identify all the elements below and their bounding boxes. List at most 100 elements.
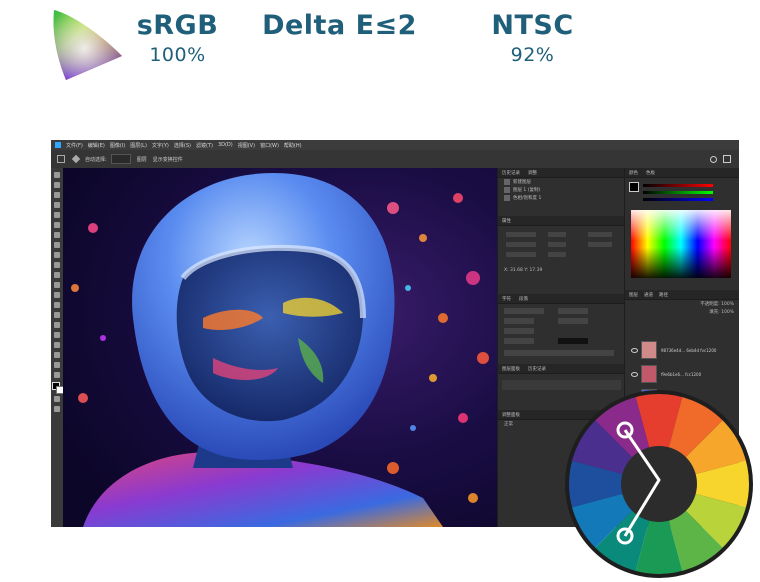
layer-name: 98736e4d... 6eb4d fvc1200 bbox=[661, 347, 717, 353]
menu-bar: 文件(F) 编辑(E) 图像(I) 图层(L) 文字(Y) 选择(S) 滤镜(T… bbox=[51, 140, 739, 150]
layer-thumbnail bbox=[641, 341, 657, 359]
properties-tab[interactable]: 属性 bbox=[498, 216, 625, 226]
move-tool-icon[interactable] bbox=[71, 154, 81, 164]
tab-history-2[interactable]: 历史记录 bbox=[528, 366, 546, 372]
foreground-color-swatch[interactable] bbox=[629, 182, 639, 192]
shape-tool-icon[interactable] bbox=[54, 352, 60, 358]
layer-row[interactable]: 98736e4d... 6eb4d fvc1200 bbox=[631, 340, 735, 360]
history-item[interactable]: 图层 1 (复制) bbox=[498, 186, 625, 194]
layers-tabs: 图层 通道 路径 bbox=[625, 290, 739, 300]
spec-value: 100% bbox=[149, 44, 206, 66]
opacity-field[interactable]: 不透明度: 100% bbox=[625, 300, 739, 308]
menu-select[interactable]: 选择(S) bbox=[174, 142, 191, 149]
layer-row[interactable]: f9e6b1e6... fcc1200 bbox=[631, 364, 735, 384]
quick-select-tool-icon[interactable] bbox=[54, 202, 60, 208]
home-icon[interactable] bbox=[57, 155, 65, 163]
color-wheel-icon bbox=[565, 390, 753, 578]
properties-fields bbox=[498, 226, 625, 266]
options-bar: 自动选择: 图层 显示变换控件 bbox=[51, 150, 739, 169]
tab-paragraph[interactable]: 段落 bbox=[519, 296, 528, 302]
screen-mode-icon[interactable] bbox=[54, 406, 60, 412]
search-icon[interactable] bbox=[710, 155, 717, 163]
tab-history[interactable]: 历史记录 bbox=[502, 170, 520, 176]
marquee-tool-icon[interactable] bbox=[54, 182, 60, 188]
crop-tool-icon[interactable] bbox=[54, 212, 60, 218]
history-item-label: 图层 1 (复制) bbox=[513, 188, 541, 193]
auto-select-label[interactable]: 自动选择: bbox=[85, 156, 107, 163]
tab-layers-panel[interactable]: 图层面板 bbox=[502, 366, 520, 372]
gradient-tool-icon[interactable] bbox=[54, 292, 60, 298]
foreground-background-swatch[interactable] bbox=[52, 382, 64, 394]
tab-swatches[interactable]: 色板 bbox=[646, 170, 655, 176]
spec-title: sRGB bbox=[136, 10, 219, 41]
show-transform-checkbox[interactable]: 显示变换控件 bbox=[153, 156, 183, 163]
menu-layer[interactable]: 图层(L) bbox=[130, 142, 147, 149]
tab-adjustments[interactable]: 调整 bbox=[528, 170, 537, 176]
eyedropper-tool-icon[interactable] bbox=[54, 232, 60, 238]
history-brush-icon[interactable] bbox=[54, 272, 60, 278]
rgb-sliders bbox=[625, 178, 739, 206]
history-item[interactable]: 新建图层 bbox=[498, 178, 625, 186]
spec-value: 92% bbox=[510, 44, 555, 66]
spec-srgb: sRGB 100% bbox=[130, 8, 225, 66]
zoom-tool-icon[interactable] bbox=[54, 372, 60, 378]
auto-select-dropdown[interactable] bbox=[110, 154, 131, 164]
visibility-eye-icon[interactable] bbox=[631, 371, 638, 377]
character-fields bbox=[498, 304, 625, 364]
green-slider[interactable] bbox=[643, 191, 713, 194]
fill-field[interactable]: 填充: 100% bbox=[625, 308, 739, 316]
color-wheel-center bbox=[621, 446, 697, 522]
menu-help[interactable]: 帮助(H) bbox=[284, 142, 302, 149]
spec-title: NTSC bbox=[491, 10, 574, 41]
workspace-icon[interactable] bbox=[723, 155, 731, 163]
menu-image[interactable]: 图像(I) bbox=[110, 142, 125, 149]
brush-tool-icon[interactable] bbox=[54, 252, 60, 258]
blur-tool-icon[interactable] bbox=[54, 302, 60, 308]
visibility-eye-icon[interactable] bbox=[631, 347, 638, 353]
document-canvas[interactable] bbox=[63, 168, 497, 527]
healing-brush-icon[interactable] bbox=[54, 242, 60, 248]
hand-tool-icon[interactable] bbox=[54, 362, 60, 368]
pen-tool-icon[interactable] bbox=[54, 322, 60, 328]
path-select-icon[interactable] bbox=[54, 342, 60, 348]
dodge-tool-icon[interactable] bbox=[54, 312, 60, 318]
type-tool-icon[interactable] bbox=[54, 332, 60, 338]
history-item-label: 色相/饱和度 1 bbox=[513, 196, 542, 201]
color-tabs: 颜色 色板 bbox=[625, 168, 739, 178]
layer-name: f9e6b1e6... fcc1200 bbox=[661, 371, 702, 377]
spec-ntsc: NTSC 92% bbox=[485, 8, 580, 66]
tab-adjust-panel[interactable]: 调整面板 bbox=[502, 412, 520, 418]
menu-window[interactable]: 窗口(W) bbox=[260, 142, 279, 149]
tab-channels[interactable]: 通道 bbox=[644, 292, 653, 298]
spec-delta-e: Delta E≤2 bbox=[262, 8, 417, 44]
menu-type[interactable]: 文字(Y) bbox=[152, 142, 169, 149]
coordinates-readout: X: 31.68 Y: 17.39 bbox=[504, 267, 543, 273]
frame-tool-icon[interactable] bbox=[54, 222, 60, 228]
clone-stamp-icon[interactable] bbox=[54, 262, 60, 268]
lasso-tool-icon[interactable] bbox=[54, 192, 60, 198]
menu-file[interactable]: 文件(F) bbox=[66, 142, 83, 149]
tab-layers[interactable]: 图层 bbox=[629, 292, 638, 298]
red-slider[interactable] bbox=[643, 184, 713, 187]
quick-mask-icon[interactable] bbox=[54, 396, 60, 402]
layer-dropdown[interactable]: 图层 bbox=[137, 156, 147, 163]
history-item[interactable]: 色相/饱和度 1 bbox=[498, 194, 625, 202]
tab-character[interactable]: 字符 bbox=[502, 296, 511, 302]
eraser-tool-icon[interactable] bbox=[54, 282, 60, 288]
menu-3d[interactable]: 3D(D) bbox=[218, 142, 233, 148]
spec-title: Delta E≤2 bbox=[262, 10, 417, 41]
blue-slider[interactable] bbox=[643, 198, 713, 201]
history-item-label: 新建图层 bbox=[513, 180, 531, 185]
panel-tabs: 历史记录 调整 bbox=[498, 168, 625, 178]
character-tabs: 字符 段落 bbox=[498, 294, 625, 304]
photo-image bbox=[63, 168, 497, 527]
app-logo-icon bbox=[55, 142, 61, 148]
layer-thumbnail bbox=[641, 365, 657, 383]
tab-color[interactable]: 颜色 bbox=[629, 170, 638, 176]
menu-filter[interactable]: 滤镜(T) bbox=[196, 142, 213, 149]
tab-paths[interactable]: 路径 bbox=[659, 292, 668, 298]
color-spectrum-picker[interactable] bbox=[631, 210, 731, 278]
move-tool-icon[interactable] bbox=[54, 172, 60, 178]
menu-edit[interactable]: 编辑(E) bbox=[88, 142, 105, 149]
menu-view[interactable]: 视图(V) bbox=[238, 142, 255, 149]
